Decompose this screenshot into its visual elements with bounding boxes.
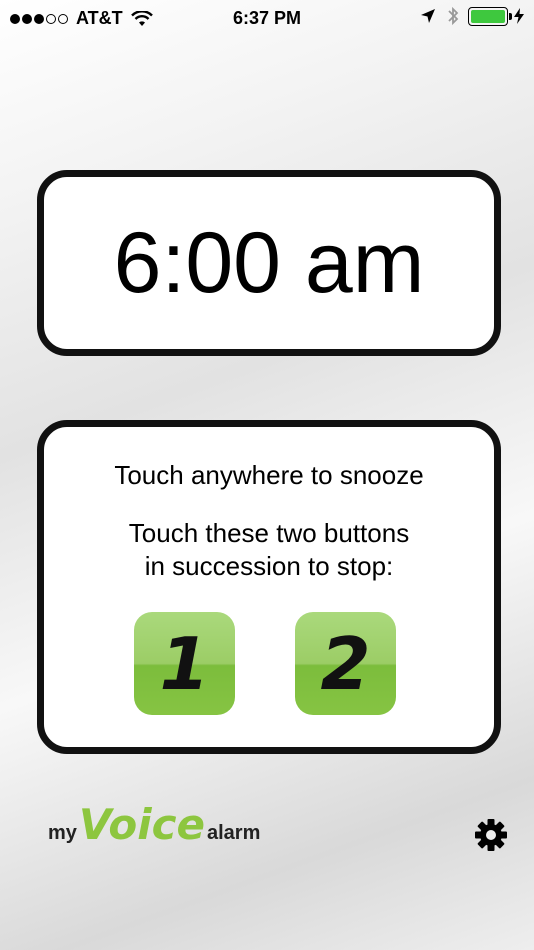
stop-instruction-line1: Touch these two buttons xyxy=(128,518,410,548)
logo-my: my xyxy=(48,822,77,844)
alarm-time: 6:00 am xyxy=(113,214,425,311)
snooze-stop-panel[interactable]: Touch anywhere to snooze Touch these two… xyxy=(37,420,501,754)
snooze-instruction: Touch anywhere to snooze xyxy=(114,460,424,490)
logo-alarm: alarm xyxy=(207,822,261,844)
charging-icon xyxy=(514,8,524,24)
logo-voice: Voice xyxy=(78,800,205,849)
status-bar: AT&T 6:37 PM xyxy=(0,0,534,36)
stop-instruction-line2: in succession to stop: xyxy=(144,551,394,581)
location-arrow-icon xyxy=(421,9,435,23)
status-right xyxy=(420,6,524,26)
bluetooth-icon xyxy=(448,6,459,26)
gear-icon[interactable] xyxy=(474,818,508,852)
stop-button-2[interactable]: 2 xyxy=(295,612,396,715)
stop-button-1[interactable]: 1 xyxy=(134,612,235,715)
alarm-time-display: 6:00 am xyxy=(37,170,501,356)
app-logo: my Voice alarm xyxy=(48,800,260,849)
battery-icon xyxy=(468,6,512,26)
